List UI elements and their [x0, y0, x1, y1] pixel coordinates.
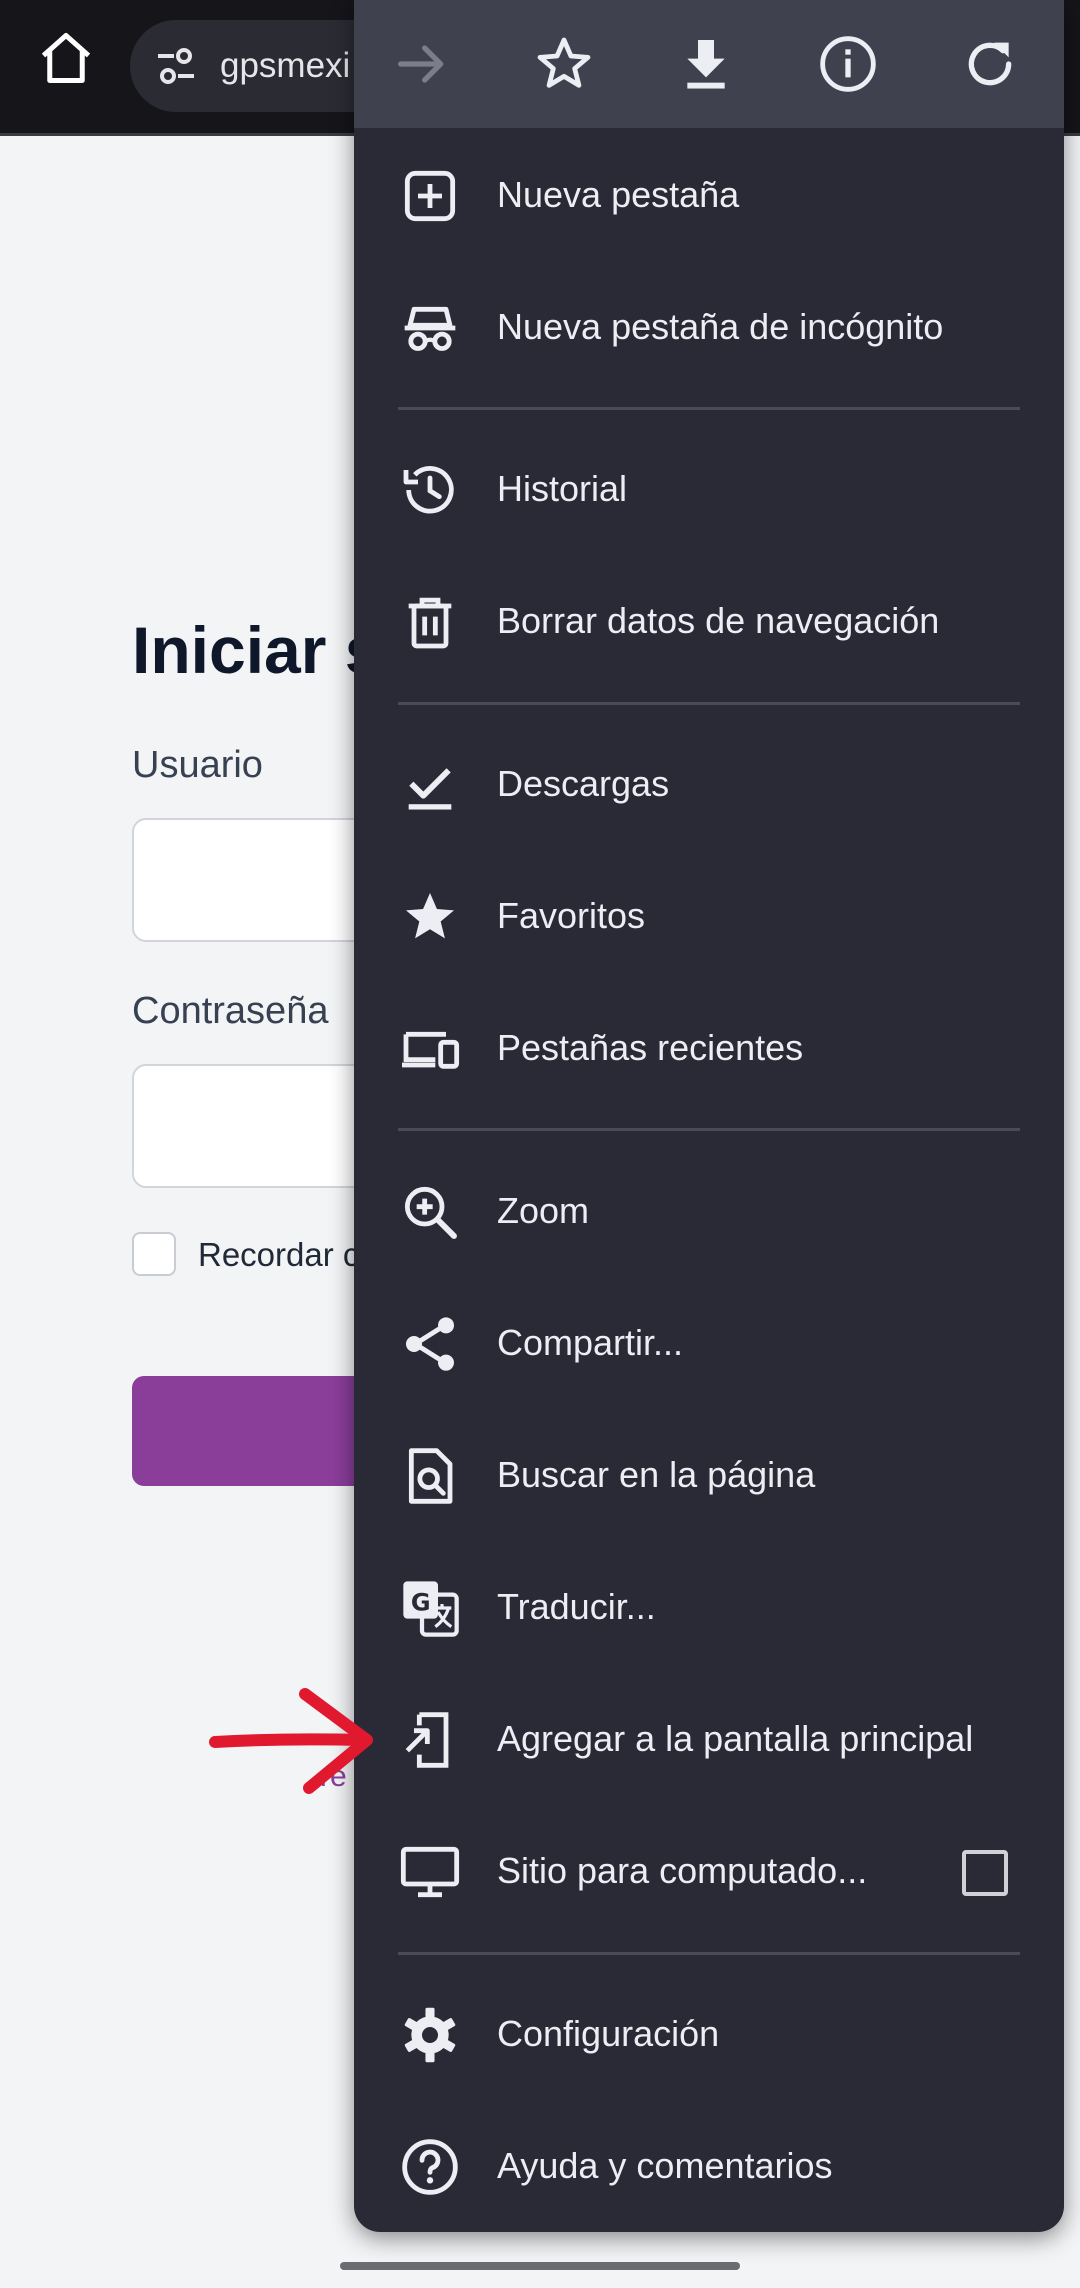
menu-item-label: Ayuda y comentarios: [497, 2145, 833, 2186]
share-icon: [398, 1312, 462, 1376]
menu-item-bookmarks[interactable]: Favoritos: [354, 851, 1064, 983]
username-label: Usuario: [132, 744, 263, 786]
menu-item-translate[interactable]: G Traducir...: [354, 1542, 1064, 1674]
new-tab-icon: [398, 164, 462, 228]
url-text: gpsmexi: [220, 46, 351, 85]
menu-item-downloads[interactable]: Descargas: [354, 719, 1064, 851]
menu-item-label: Buscar en la página: [497, 1454, 816, 1495]
menu-item-help[interactable]: Ayuda y comentarios: [354, 2101, 1064, 2232]
translate-icon: G: [398, 1576, 462, 1640]
remember-checkbox[interactable]: [132, 1232, 176, 1276]
menu-item-clear-browsing-data[interactable]: Borrar datos de navegación: [354, 556, 1064, 688]
menu-item-label: Borrar datos de navegación: [497, 600, 940, 641]
tune-icon[interactable]: [152, 42, 200, 90]
menu-item-label: Compartir...: [497, 1322, 684, 1363]
star-outline-icon[interactable]: [532, 32, 596, 96]
menu-item-desktop-site[interactable]: Sitio para computado...: [354, 1806, 1064, 1938]
annotation-arrow-icon: [205, 1680, 385, 1800]
menu-item-zoom[interactable]: Zoom: [354, 1146, 1064, 1278]
menu-item-label: Traducir...: [497, 1586, 656, 1627]
home-button[interactable]: [36, 28, 96, 88]
menu-item-add-to-home-screen[interactable]: Agregar a la pantalla principal: [354, 1674, 1064, 1806]
forward-icon[interactable]: [390, 32, 454, 96]
refresh-icon[interactable]: [958, 32, 1022, 96]
menu-divider: [398, 1128, 1020, 1131]
menu-divider: [398, 407, 1020, 410]
page-title: Iniciar s: [132, 613, 382, 687]
browser-overflow-menu: Nueva pestaña Nueva pestaña de incógnito…: [354, 0, 1064, 2232]
menu-item-label: Favoritos: [497, 895, 646, 936]
desktop-site-checkbox[interactable]: [962, 1850, 1008, 1896]
star-filled-icon: [398, 885, 462, 949]
menu-item-label: Nueva pestaña: [497, 174, 740, 215]
add-to-home-icon: [398, 1708, 462, 1772]
remember-label: Recordar c: [198, 1236, 360, 1273]
menu-item-label: Zoom: [497, 1190, 590, 1231]
trash-icon: [398, 590, 462, 654]
menu-item-recent-tabs[interactable]: Pestañas recientes: [354, 983, 1064, 1115]
menu-item-settings[interactable]: Configuración: [354, 1969, 1064, 2101]
menu-item-label: Sitio para computado...: [497, 1850, 868, 1891]
help-icon: [398, 2135, 462, 2199]
menu-item-label: Historial: [497, 468, 628, 509]
find-in-page-icon: [398, 1444, 462, 1508]
menu-action-row: [354, 0, 1064, 128]
menu-item-new-tab[interactable]: Nueva pestaña: [354, 130, 1064, 262]
devices-icon: [398, 1017, 462, 1081]
menu-divider: [398, 1952, 1020, 1955]
svg-text:G: G: [411, 1589, 431, 1617]
menu-item-history[interactable]: Historial: [354, 424, 1064, 556]
zoom-in-icon: [398, 1180, 462, 1244]
gesture-navigation-bar[interactable]: [340, 2262, 740, 2270]
settings-gear-icon: [398, 2003, 462, 2067]
incognito-icon: [398, 296, 462, 360]
menu-item-label: Configuración: [497, 2013, 720, 2054]
menu-item-label: Agregar a la pantalla principal: [497, 1718, 974, 1759]
menu-divider: [398, 702, 1020, 705]
history-icon: [398, 458, 462, 522]
home-icon: [41, 33, 91, 83]
menu-item-label: Pestañas recientes: [497, 1027, 804, 1068]
downloads-check-icon: [398, 753, 462, 817]
desktop-icon: [398, 1840, 462, 1904]
download-icon[interactable]: [674, 32, 738, 96]
menu-item-find-in-page[interactable]: Buscar en la página: [354, 1410, 1064, 1542]
info-icon[interactable]: [816, 32, 880, 96]
menu-item-share[interactable]: Compartir...: [354, 1278, 1064, 1410]
password-label: Contraseña: [132, 990, 329, 1032]
menu-item-label: Nueva pestaña de incógnito: [497, 306, 944, 347]
menu-item-incognito[interactable]: Nueva pestaña de incógnito: [354, 262, 1064, 394]
menu-item-label: Descargas: [497, 763, 670, 804]
